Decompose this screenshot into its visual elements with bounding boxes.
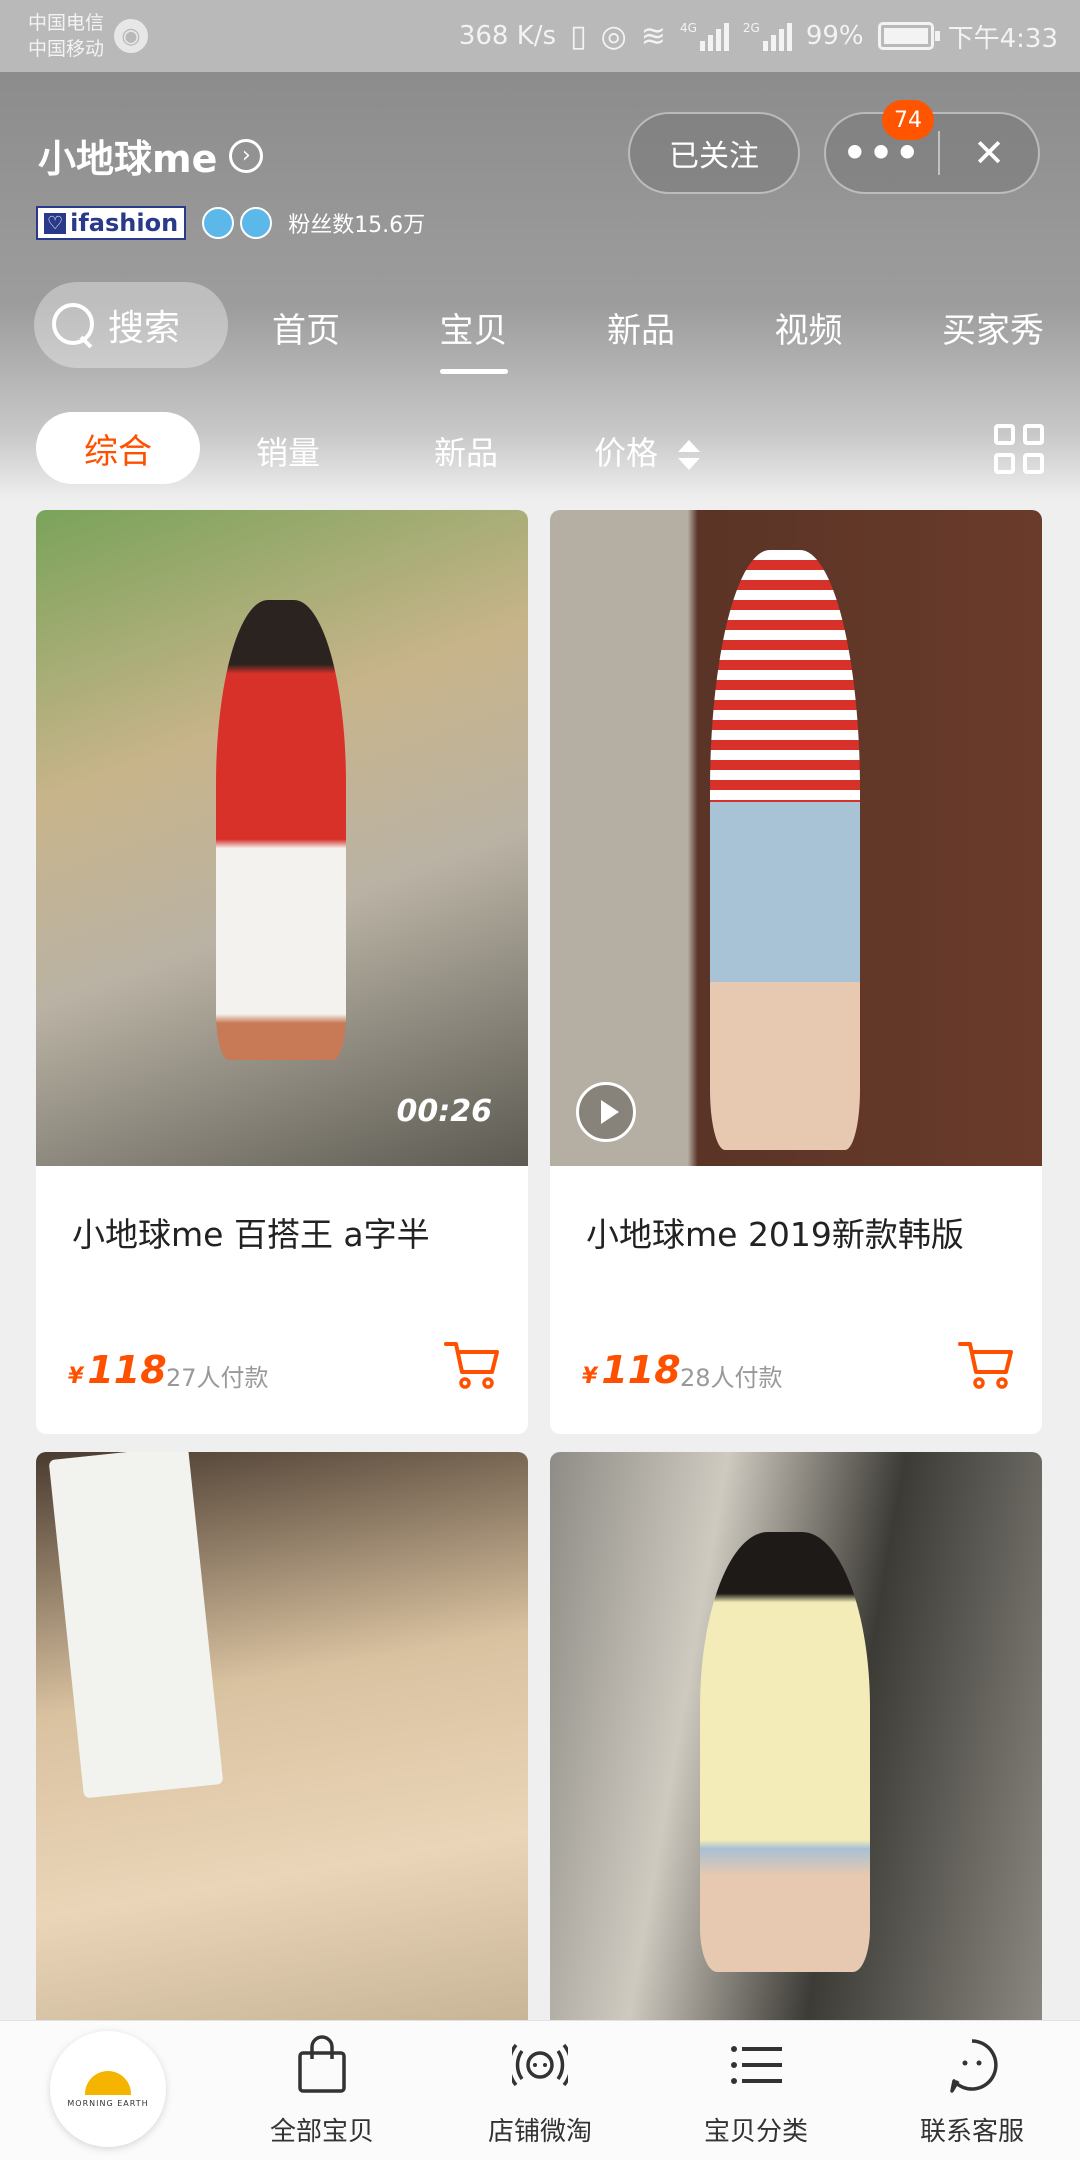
product-price: ¥118 bbox=[582, 1348, 681, 1392]
grid-view-icon[interactable] bbox=[994, 424, 1044, 474]
buyer-count: 28人付款 bbox=[680, 1364, 783, 1392]
chat-face-icon bbox=[950, 2039, 998, 2093]
tab-video[interactable]: 视频 bbox=[761, 303, 857, 352]
product-card[interactable]: 小地球me 2019新款韩版 ¥118 28人付款 bbox=[550, 510, 1042, 1434]
play-icon[interactable] bbox=[576, 1082, 636, 1142]
status-bar: 中国电信 中国移动 ◉ 368 K/s ▯ ◎ ≋ 4G 2G 99% 下午4:… bbox=[0, 0, 1080, 72]
model-figure bbox=[700, 1532, 870, 1972]
wifi-icon: ≋ bbox=[640, 18, 666, 54]
buyer-count: 27人付款 bbox=[166, 1364, 269, 1392]
product-image bbox=[550, 1452, 1042, 2032]
tabbar-all-products[interactable]: 全部宝贝 bbox=[242, 2035, 402, 2148]
shop-tags: ♡ ifashion 粉丝数15.6万 bbox=[36, 206, 425, 240]
ifashion-badge: ♡ ifashion bbox=[36, 206, 187, 240]
clock: 下午4:33 bbox=[947, 23, 1058, 54]
product-title: 小地球me 百搭王 a字半 bbox=[72, 1215, 430, 1254]
follow-button[interactable]: 已关注 bbox=[628, 112, 800, 194]
battery-percent: 99% bbox=[805, 21, 864, 51]
crown-icon bbox=[240, 207, 273, 239]
eye-icon: ◎ bbox=[600, 18, 627, 54]
carrier-2: 中国移动 bbox=[28, 38, 105, 60]
shop-nav-tabs: 首页 宝贝 新品 视频 买家秀 bbox=[258, 282, 1058, 374]
crown-rating bbox=[202, 207, 273, 239]
signal-4g-icon: 4G bbox=[680, 21, 729, 51]
search-button[interactable]: 搜索 bbox=[34, 282, 228, 368]
tabbar-customer-service[interactable]: 联系客服 bbox=[892, 2035, 1052, 2148]
carrier-info: 中国电信 中国移动 ◉ bbox=[28, 10, 149, 62]
status-icons: 368 K/s ▯ ◎ ≋ 4G 2G 99% 下午4:33 bbox=[459, 18, 1058, 55]
sort-bar: 综合 销量 新品 价格 bbox=[0, 408, 1080, 488]
cart-icon[interactable] bbox=[444, 1336, 500, 1392]
tabbar-categories[interactable]: 宝贝分类 bbox=[676, 2035, 836, 2148]
video-duration: 00:26 bbox=[396, 1094, 493, 1129]
tab-buyer-show[interactable]: 买家秀 bbox=[928, 303, 1058, 352]
sort-new[interactable]: 新品 bbox=[434, 428, 498, 474]
magazine-prop bbox=[48, 1452, 224, 1799]
shopping-bag-icon bbox=[298, 2035, 346, 2093]
sun-logo-icon bbox=[85, 2070, 131, 2095]
model-figure bbox=[216, 600, 346, 1060]
product-image bbox=[550, 510, 1042, 1166]
sort-comprehensive[interactable]: 综合 bbox=[36, 412, 200, 484]
crown-icon bbox=[202, 207, 235, 239]
notification-badge: 74 bbox=[882, 100, 934, 140]
battery-icon bbox=[877, 22, 940, 50]
sort-price-label: 价格 bbox=[594, 434, 659, 472]
product-image bbox=[36, 1452, 528, 2032]
list-icon bbox=[731, 2046, 782, 2084]
cart-icon[interactable] bbox=[958, 1336, 1014, 1392]
broadcast-icon bbox=[507, 2043, 573, 2087]
product-image bbox=[36, 510, 528, 1166]
carrier-1: 中国电信 bbox=[28, 12, 105, 34]
tab-new[interactable]: 新品 bbox=[593, 303, 689, 352]
product-card[interactable] bbox=[36, 1452, 528, 2032]
close-icon[interactable]: ✕ bbox=[940, 131, 1038, 175]
product-card[interactable]: 00:26 小地球me 百搭王 a字半 ¥118 27人付款 bbox=[36, 510, 528, 1434]
sort-price[interactable]: 价格 bbox=[594, 428, 701, 474]
product-card[interactable] bbox=[550, 1452, 1042, 2032]
shop-name[interactable]: 小地球me › bbox=[38, 128, 264, 183]
search-label: 搜索 bbox=[108, 308, 181, 349]
globe-icon: ◉ bbox=[114, 19, 149, 53]
chevron-right-icon: › bbox=[229, 138, 264, 173]
model-figure bbox=[710, 550, 860, 1150]
net-speed: 368 K/s bbox=[458, 21, 557, 51]
bottom-tab-bar: MORNING EARTH 全部宝贝 店铺微淘 宝贝分类 联系客服 bbox=[0, 2020, 1080, 2160]
tabbar-weitao[interactable]: 店铺微淘 bbox=[460, 2035, 620, 2148]
sort-arrows-icon bbox=[678, 440, 701, 470]
shop-name-text: 小地球me bbox=[38, 137, 218, 181]
tab-products[interactable]: 宝贝 bbox=[426, 303, 522, 374]
more-icon[interactable]: ••• bbox=[826, 134, 938, 172]
product-price: ¥118 bbox=[68, 1348, 167, 1392]
sort-sales[interactable]: 销量 bbox=[256, 428, 320, 474]
tab-home[interactable]: 首页 bbox=[258, 303, 354, 352]
vibrate-icon: ▯ bbox=[570, 18, 587, 54]
fans-count: 粉丝数15.6万 bbox=[288, 213, 426, 238]
search-icon bbox=[52, 303, 96, 347]
product-title: 小地球me 2019新款韩版 bbox=[586, 1215, 964, 1254]
signal-2g-icon: 2G bbox=[743, 21, 792, 51]
shop-logo[interactable]: MORNING EARTH bbox=[50, 2031, 166, 2147]
